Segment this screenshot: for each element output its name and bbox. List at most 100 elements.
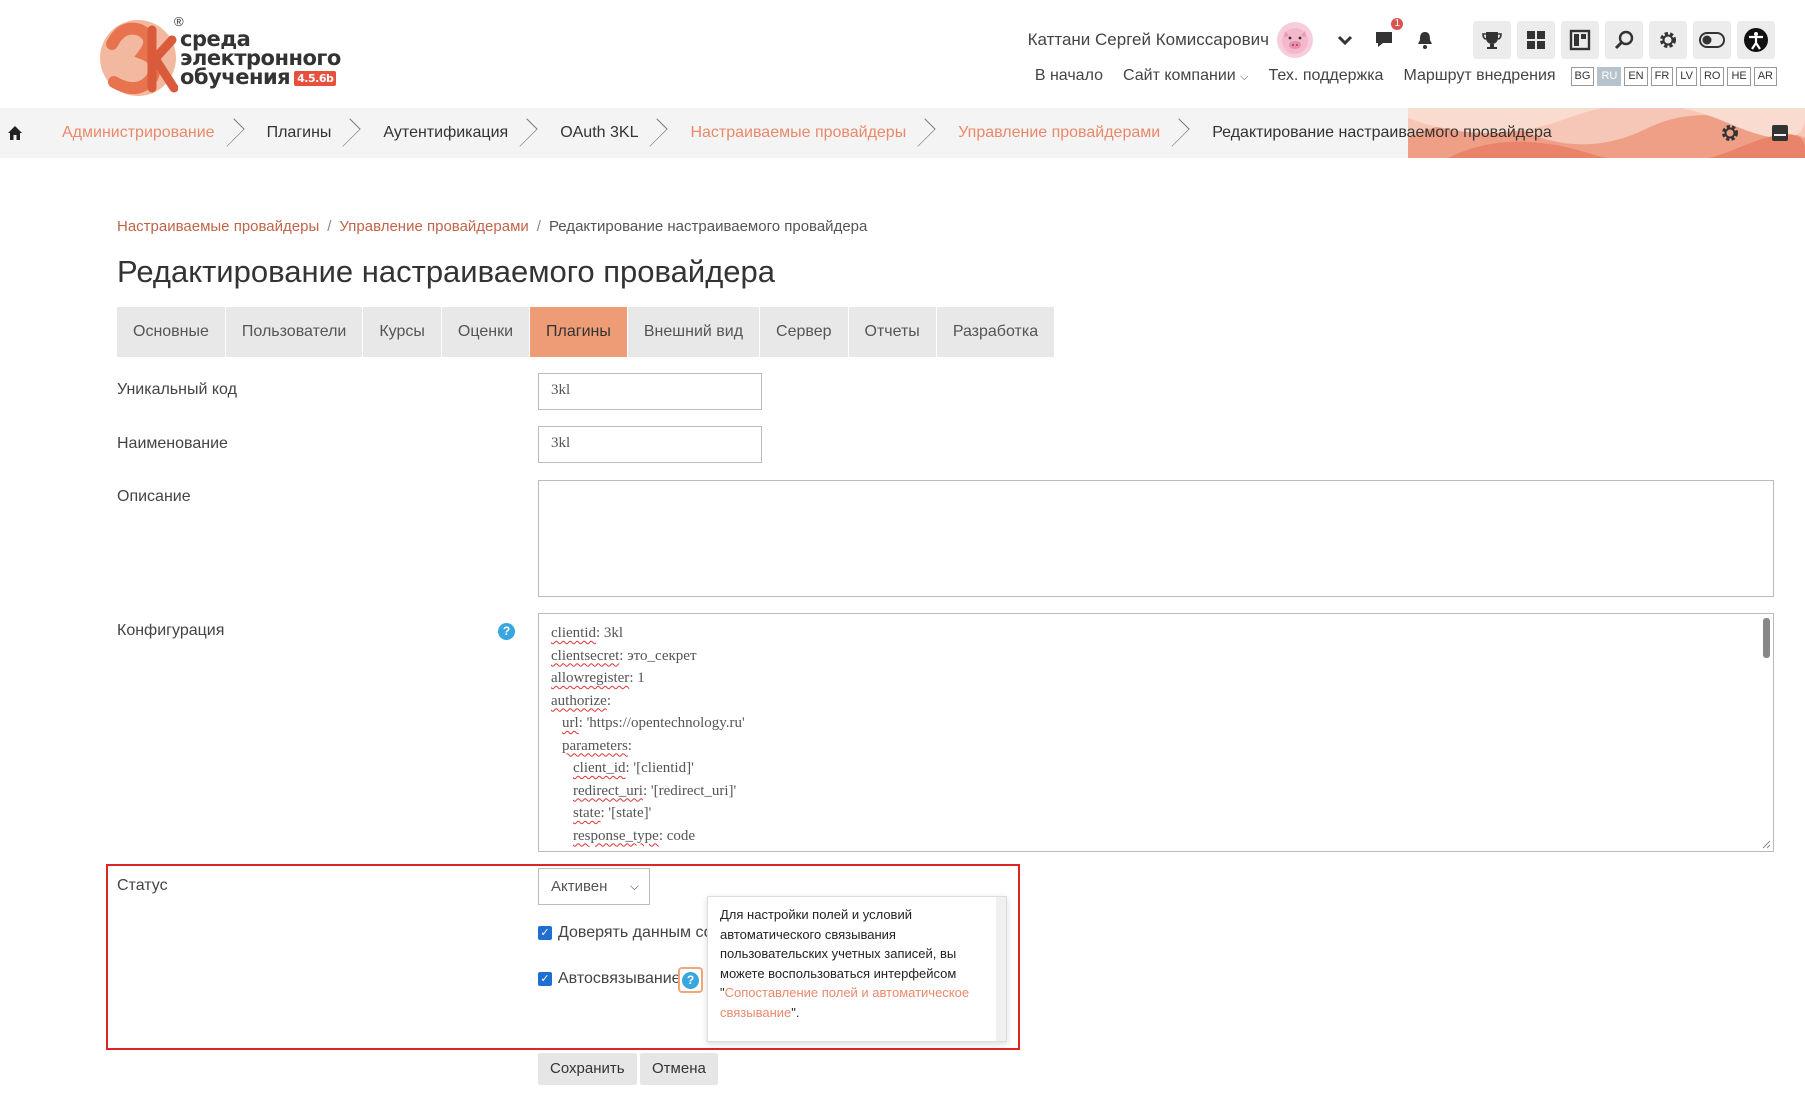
autolink-checkbox-row[interactable]: ✓ Автосвязывание: [538, 970, 681, 988]
config-key: redirect_uri: [573, 782, 643, 799]
chevron-down-icon: ⌵: [1240, 71, 1249, 83]
tab-courses[interactable]: Курсы: [363, 307, 442, 357]
dashboard-icon[interactable]: [1517, 21, 1555, 59]
subcrumb-separator: /: [536, 218, 541, 235]
toggle-icon[interactable]: [1693, 21, 1731, 59]
tab-grades[interactable]: Оценки: [441, 307, 531, 357]
config-line: allowregister: 1: [551, 667, 745, 690]
breadcrumb-item-oauth[interactable]: OAuth 3KL: [528, 108, 658, 158]
breadcrumb-bar: Администрирование Плагины Аутентификация…: [0, 108, 1805, 158]
config-value: : '[clientid]': [625, 760, 694, 776]
top-nav: В начало Сайт компании ⌵ Тех. поддержка …: [1015, 64, 1777, 88]
accessibility-icon[interactable]: [1737, 21, 1775, 59]
breadcrumb-item-current: Редактирование настраиваемого провайдера: [1212, 124, 1552, 141]
tab-general[interactable]: Основные: [117, 307, 226, 357]
popover-link[interactable]: Сопоставление полей и автоматическое свя…: [720, 985, 969, 1020]
search-icon[interactable]: [1605, 21, 1643, 59]
lang-ro[interactable]: RO: [1699, 66, 1725, 86]
breadcrumb-item-custom-providers[interactable]: Настраиваемые провайдеры: [658, 108, 926, 158]
lang-fr[interactable]: FR: [1650, 66, 1674, 86]
chevron-down-icon: ⌵: [629, 879, 639, 893]
gear-icon[interactable]: [1649, 21, 1687, 59]
lang-ru[interactable]: RU: [1597, 66, 1622, 86]
config-key: client_id: [573, 760, 626, 776]
tab-server[interactable]: Сервер: [760, 307, 849, 357]
checkbox-checked-icon[interactable]: ✓: [538, 972, 552, 986]
bell-icon[interactable]: [1405, 22, 1445, 58]
logo[interactable]: ® среда электронного обучения 4.5.6b: [98, 14, 341, 104]
nav-company-site-label: Сайт компании: [1123, 67, 1236, 84]
save-button[interactable]: Сохранить: [538, 1053, 637, 1085]
tab-appearance[interactable]: Внешний вид: [627, 307, 761, 357]
tab-users[interactable]: Пользователи: [225, 307, 364, 357]
messages-badge: 1: [1391, 18, 1403, 30]
subcrumb-manage-providers[interactable]: Управление провайдерами: [339, 218, 528, 235]
language-switcher: BG RU EN FR LV RO HE AR: [1568, 66, 1777, 86]
code-input[interactable]: 3kl: [538, 373, 762, 410]
nav-roadmap[interactable]: Маршрут внедрения: [1403, 67, 1555, 85]
nav-support[interactable]: Тех. поддержка: [1269, 67, 1384, 85]
resize-grip-icon[interactable]: [1761, 839, 1771, 849]
description-label: Описание: [117, 488, 191, 505]
config-line: redirect_uri: '[redirect_uri]': [551, 780, 745, 803]
autolink-help-button[interactable]: ?: [678, 967, 703, 993]
user-name[interactable]: Каттани Сергей Комиссарович: [1028, 30, 1269, 50]
breadcrumb-item-plugins[interactable]: Плагины: [235, 108, 352, 158]
tab-plugins[interactable]: Плагины: [530, 307, 628, 357]
config-value: : это_секрет: [619, 647, 697, 664]
admin-tabs: Основные Пользователи Курсы Оценки Плаги…: [117, 307, 1056, 357]
popover-scrollbar[interactable]: [996, 897, 1006, 1041]
config-line: clientid: 3kl: [551, 622, 745, 645]
config-textarea[interactable]: clientid: 3kl clientsecret: это_секрет all…: [538, 613, 1774, 852]
trust-checkbox-row[interactable]: ✓ Доверять данным со: [538, 924, 713, 942]
cancel-button[interactable]: Отмена: [640, 1053, 718, 1085]
chevron-down-icon[interactable]: [1325, 22, 1365, 58]
trophy-icon[interactable]: [1473, 21, 1511, 59]
lang-he[interactable]: HE: [1727, 66, 1751, 86]
help-popover: Для настройки полей и условий автоматиче…: [707, 896, 1007, 1042]
description-textarea[interactable]: [538, 480, 1774, 597]
checkbox-checked-icon[interactable]: ✓: [538, 926, 552, 940]
drawer-toggle-icon[interactable]: [1755, 108, 1805, 158]
lang-ar[interactable]: AR: [1753, 66, 1777, 86]
layout-icon[interactable]: [1561, 21, 1599, 59]
logo-text: среда электронного обучения 4.5.6b: [180, 29, 341, 88]
name-input[interactable]: 3kl: [538, 426, 762, 463]
top-header: ® среда электронного обучения 4.5.6b Катт…: [0, 0, 1805, 108]
config-line: state: '[state]': [551, 802, 745, 825]
nav-company-site[interactable]: Сайт компании ⌵: [1123, 67, 1249, 85]
config-line: clientsecret: это_секрет: [551, 645, 745, 668]
lang-en[interactable]: EN: [1624, 66, 1648, 86]
config-value: : 3kl: [596, 625, 624, 641]
config-key: response_type: [573, 827, 659, 844]
config-key: url: [562, 715, 579, 731]
nav-home[interactable]: В начало: [1035, 67, 1103, 85]
subcrumb-custom-providers[interactable]: Настраиваемые провайдеры: [117, 218, 319, 235]
home-icon[interactable]: [0, 108, 30, 158]
status-label: Статус: [117, 877, 168, 894]
status-select[interactable]: Активен ⌵: [538, 868, 650, 905]
config-value: : code: [658, 827, 696, 844]
config-line: parameters:: [551, 735, 745, 758]
lang-lv[interactable]: LV: [1676, 66, 1697, 86]
config-code: clientid: 3kl clientsecret: это_секрет all…: [551, 622, 745, 847]
breadcrumb-item-manage-providers[interactable]: Управление провайдерами: [926, 108, 1180, 158]
config-line: response_type: code: [551, 825, 745, 848]
breadcrumb-item-administration[interactable]: Администрирование: [30, 108, 235, 158]
breadcrumb-tools: [1705, 108, 1805, 158]
avatar[interactable]: [1277, 22, 1313, 58]
config-line: authorize:: [551, 690, 745, 713]
help-icon[interactable]: ?: [498, 623, 515, 640]
scroll-thumb[interactable]: [1763, 618, 1770, 658]
config-scrollbar[interactable]: [1759, 614, 1773, 851]
config-key: authorize: [551, 692, 607, 709]
settings-gear-icon[interactable]: [1705, 108, 1755, 158]
config-value: : 1: [629, 670, 645, 686]
tab-development[interactable]: Разработка: [936, 307, 1056, 357]
subcrumb-current: Редактирование настраиваемого провайдера: [548, 218, 868, 235]
lang-bg[interactable]: BG: [1570, 66, 1595, 86]
messages-icon[interactable]: 1: [1365, 18, 1405, 58]
breadcrumb-item-authentication[interactable]: Аутентификация: [351, 108, 528, 158]
tab-reports[interactable]: Отчеты: [848, 307, 937, 357]
name-label: Наименование: [117, 435, 228, 452]
